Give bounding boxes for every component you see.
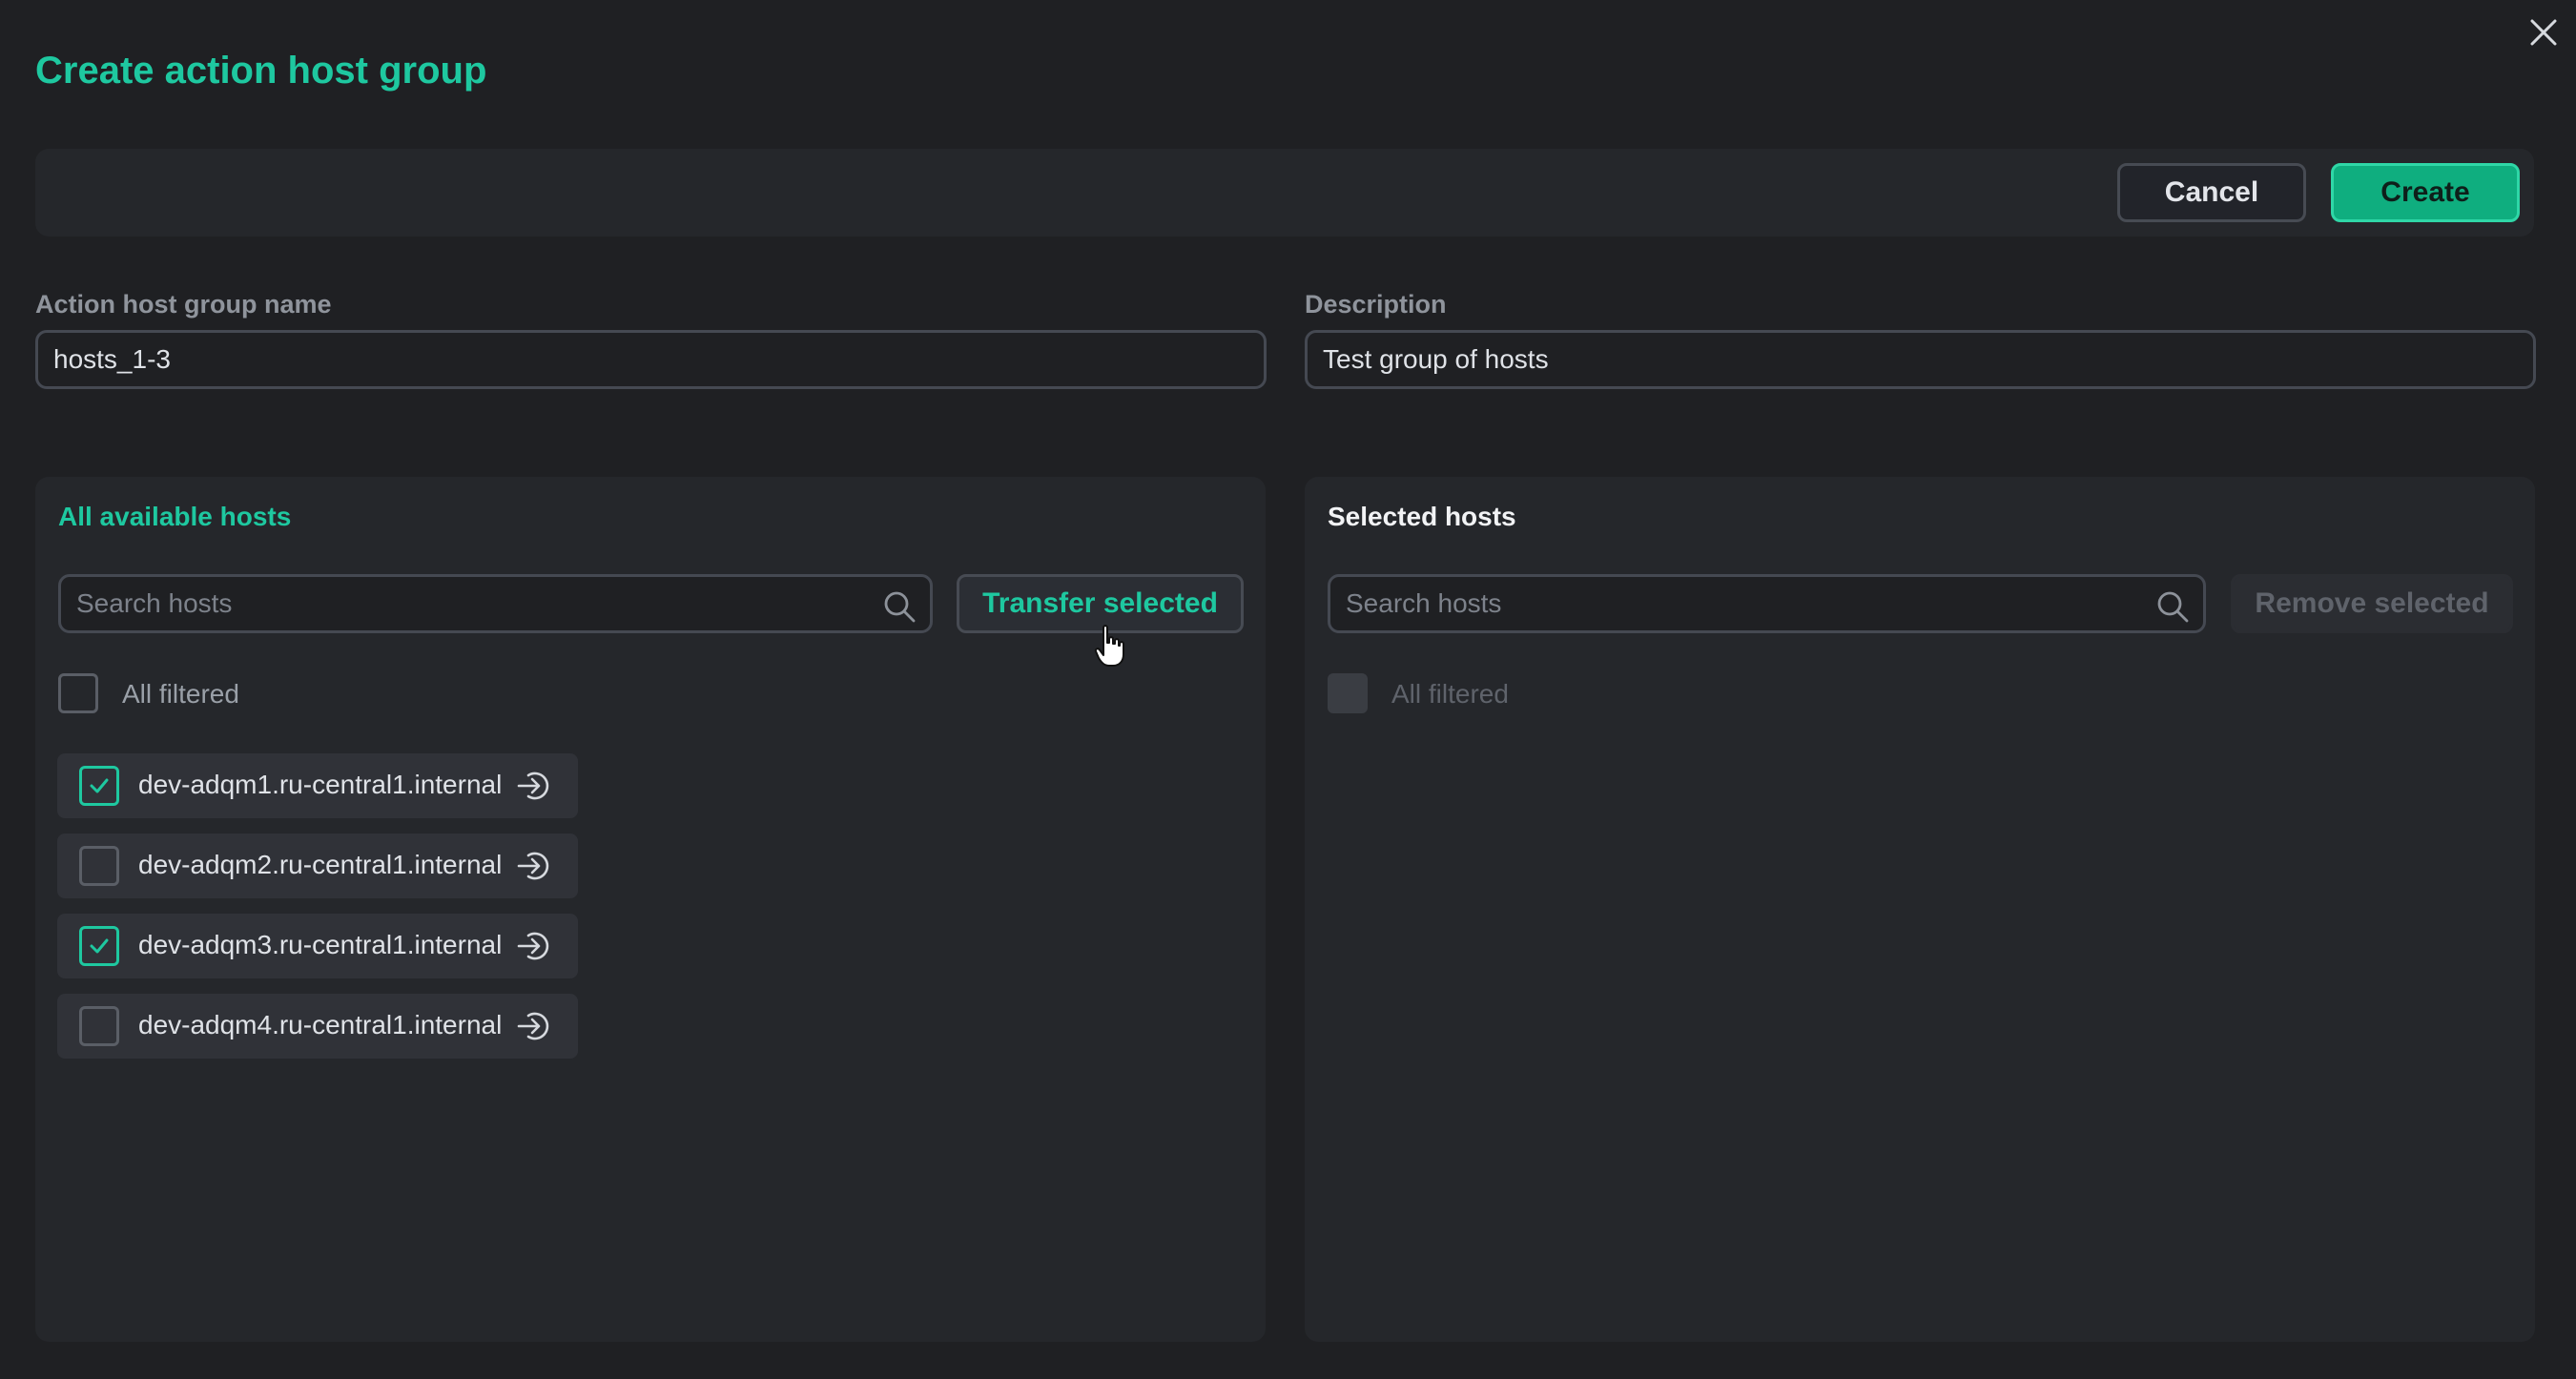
available-hosts-title: All available hosts — [58, 502, 292, 531]
available-all-filtered-label: All filtered — [122, 679, 239, 709]
check-icon — [90, 938, 109, 954]
close-icon — [2530, 19, 2557, 46]
host-item[interactable]: dev-adqm1.ru-central1.internal — [57, 753, 578, 818]
available-hosts-search — [58, 574, 933, 633]
selected-all-filtered-label: All filtered — [1391, 679, 1509, 709]
host-checkbox[interactable] — [79, 846, 119, 886]
cancel-button[interactable]: Cancel — [2117, 163, 2306, 222]
transfer-icon[interactable] — [515, 927, 553, 965]
transfer-icon[interactable] — [515, 1007, 553, 1045]
dialog-title: Create action host group — [35, 50, 487, 92]
search-icon[interactable] — [2155, 589, 2190, 624]
remove-selected-button[interactable]: Remove selected — [2231, 574, 2513, 633]
selected-all-filtered-checkbox[interactable] — [1328, 673, 1368, 713]
selected-hosts-title: Selected hosts — [1328, 502, 1516, 531]
transfer-selected-button[interactable]: Transfer selected — [957, 574, 1244, 633]
host-name: dev-adqm3.ru-central1.internal — [138, 930, 503, 959]
host-name: dev-adqm2.ru-central1.internal — [138, 850, 503, 879]
group-name-label: Action host group name — [35, 290, 332, 319]
host-name: dev-adqm4.ru-central1.internal — [138, 1010, 503, 1039]
host-name: dev-adqm1.ru-central1.internal — [138, 770, 503, 799]
available-all-filtered-checkbox[interactable] — [58, 673, 98, 713]
host-checkbox[interactable] — [79, 1006, 119, 1046]
available-search-input[interactable] — [61, 577, 930, 630]
transfer-icon[interactable] — [515, 847, 553, 885]
description-input[interactable] — [1305, 330, 2536, 389]
group-name-input[interactable] — [35, 330, 1267, 389]
description-label: Description — [1305, 290, 1447, 319]
host-checkbox[interactable] — [79, 926, 119, 966]
create-button[interactable]: Create — [2331, 163, 2520, 222]
selected-hosts-search — [1328, 574, 2206, 633]
check-icon — [90, 778, 109, 793]
close-button[interactable] — [2524, 13, 2563, 51]
transfer-icon[interactable] — [515, 767, 553, 805]
host-item[interactable]: dev-adqm3.ru-central1.internal — [57, 914, 578, 978]
search-icon[interactable] — [882, 589, 917, 624]
selected-search-input[interactable] — [1330, 577, 2203, 630]
host-checkbox[interactable] — [79, 766, 119, 806]
create-action-host-group-dialog: Create action host group Cancel Create A… — [0, 0, 2576, 1379]
host-item[interactable]: dev-adqm2.ru-central1.internal — [57, 834, 578, 898]
host-item[interactable]: dev-adqm4.ru-central1.internal — [57, 994, 578, 1059]
